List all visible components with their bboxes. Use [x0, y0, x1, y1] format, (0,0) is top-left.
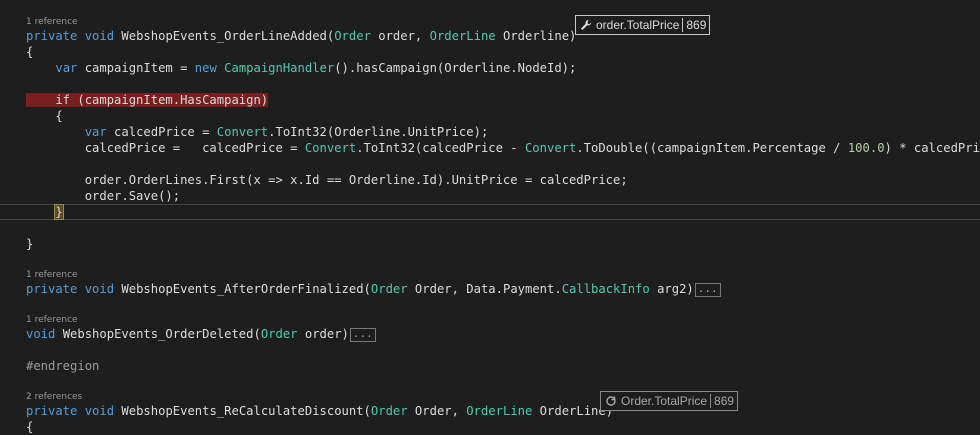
code-line-method-signature: private void WebshopEvents_AfterOrderFin…: [26, 281, 721, 297]
code-line: calcedPrice = calcedPrice = Convert.ToIn…: [26, 141, 980, 155]
preprocessor-directive: #endregion: [26, 359, 100, 373]
codelens-references[interactable]: 1 reference: [26, 16, 78, 28]
collapsed-region-button[interactable]: ...: [694, 282, 721, 297]
code-line: {: [26, 109, 63, 123]
code-line-method-signature: void WebshopEvents_OrderDeleted(Order or…: [26, 326, 376, 342]
matching-brace: }: [54, 204, 64, 220]
pinned-datatip[interactable]: order.TotalPrice 869: [575, 15, 711, 35]
datatip-expression: order.TotalPrice: [596, 18, 680, 32]
collapsed-region-button[interactable]: ...: [349, 327, 376, 342]
pinned-datatip[interactable]: Order.TotalPrice 869: [600, 391, 739, 411]
code-line-current: }: [26, 204, 64, 220]
datatip-separator: [710, 394, 712, 408]
code-line: order.Save();: [26, 189, 181, 203]
code-line: }: [26, 237, 34, 251]
datatip-separator: [682, 18, 684, 32]
datatip-expression: Order.TotalPrice: [621, 394, 708, 408]
code-line: order.OrderLines.First(x => x.Id == Orde…: [26, 173, 628, 187]
datatip-value[interactable]: 869: [686, 18, 706, 32]
codelens-references[interactable]: 2 references: [26, 391, 82, 403]
datatip-value[interactable]: 869: [714, 394, 734, 408]
code-line-method-signature: private void WebshopEvents_OrderLineAdde…: [26, 29, 577, 43]
refresh-icon[interactable]: [604, 394, 618, 408]
code-line: var calcedPrice = Convert.ToInt32(Orderl…: [84, 125, 489, 139]
code-line: {: [26, 45, 34, 59]
codelens-references[interactable]: 1 reference: [26, 314, 78, 326]
codelens-references[interactable]: 1 reference: [26, 269, 78, 281]
code-line-method-signature: private void WebshopEvents_ReCalculateDi…: [26, 404, 614, 418]
code-line: var campaignItem = new CampaignHandler()…: [55, 61, 577, 75]
current-line-highlight: [0, 204, 980, 220]
code-line-breakpoint-statement[interactable]: if (campaignItem.HasCampaign): [26, 92, 269, 108]
wrench-icon[interactable]: [579, 18, 593, 32]
